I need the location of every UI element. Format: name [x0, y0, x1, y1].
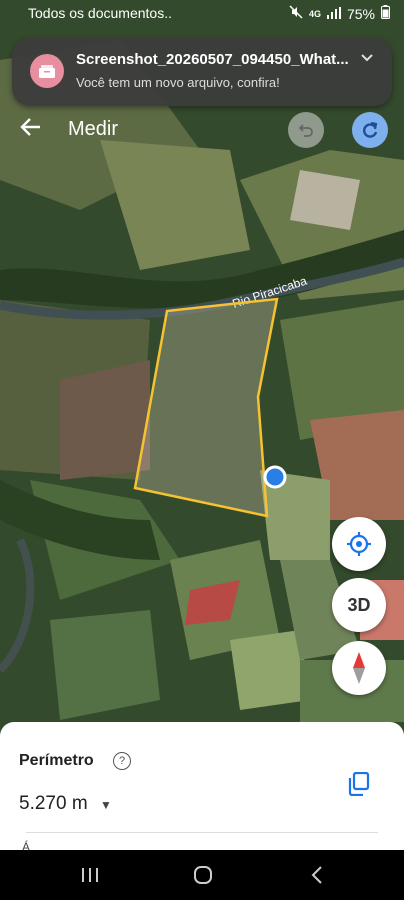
notification-card[interactable]: Screenshot_20260507_094450_What... Você … — [12, 38, 392, 106]
recent-apps-icon[interactable] — [80, 867, 100, 883]
notification-body: Você tem um novo arquivo, confira! — [76, 75, 280, 90]
back-nav-icon[interactable] — [310, 865, 324, 885]
battery-percent: 75% — [346, 5, 375, 22]
copy-icon[interactable] — [348, 771, 370, 801]
signal-icon — [326, 6, 341, 22]
redo-icon — [363, 121, 378, 138]
compass-button[interactable] — [332, 641, 386, 695]
network-label: 4G — [308, 8, 321, 19]
home-icon[interactable] — [193, 865, 213, 885]
app-icon — [30, 54, 64, 88]
unit-dropdown-icon[interactable]: ▼ — [100, 798, 112, 812]
divider — [26, 832, 378, 833]
my-location-button[interactable] — [332, 517, 386, 571]
undo-icon — [298, 124, 313, 137]
perimeter-label: Perímetro — [19, 752, 94, 769]
compass-icon — [353, 652, 365, 684]
redo-button[interactable] — [352, 112, 388, 148]
undo-button[interactable] — [288, 112, 324, 148]
status-bar: Todos os documentos.. 4G 75% — [0, 0, 404, 28]
perimeter-value[interactable]: 5.270 m — [19, 793, 88, 815]
battery-icon — [381, 5, 390, 22]
chevron-down-icon[interactable] — [360, 50, 374, 68]
page-title: Medir — [68, 118, 119, 140]
help-icon[interactable]: ? — [113, 752, 131, 770]
status-icons: 4G 75% — [289, 5, 390, 22]
measure-point[interactable] — [263, 465, 287, 489]
notification-title: Screenshot_20260507_094450_What... — [76, 51, 349, 68]
navigation-bar — [0, 850, 404, 900]
back-arrow-icon[interactable] — [20, 116, 42, 144]
status-notification-text: Todos os documentos.. — [28, 5, 172, 21]
measure-bottom-sheet[interactable]: Perímetro ? 5.270 m ▼ Á — [0, 722, 404, 854]
mute-icon — [289, 5, 303, 22]
3d-label: 3D — [347, 594, 371, 615]
3d-toggle-button[interactable]: 3D — [332, 578, 386, 632]
crosshair-icon — [347, 532, 371, 556]
top-bar: Medir — [0, 108, 404, 152]
